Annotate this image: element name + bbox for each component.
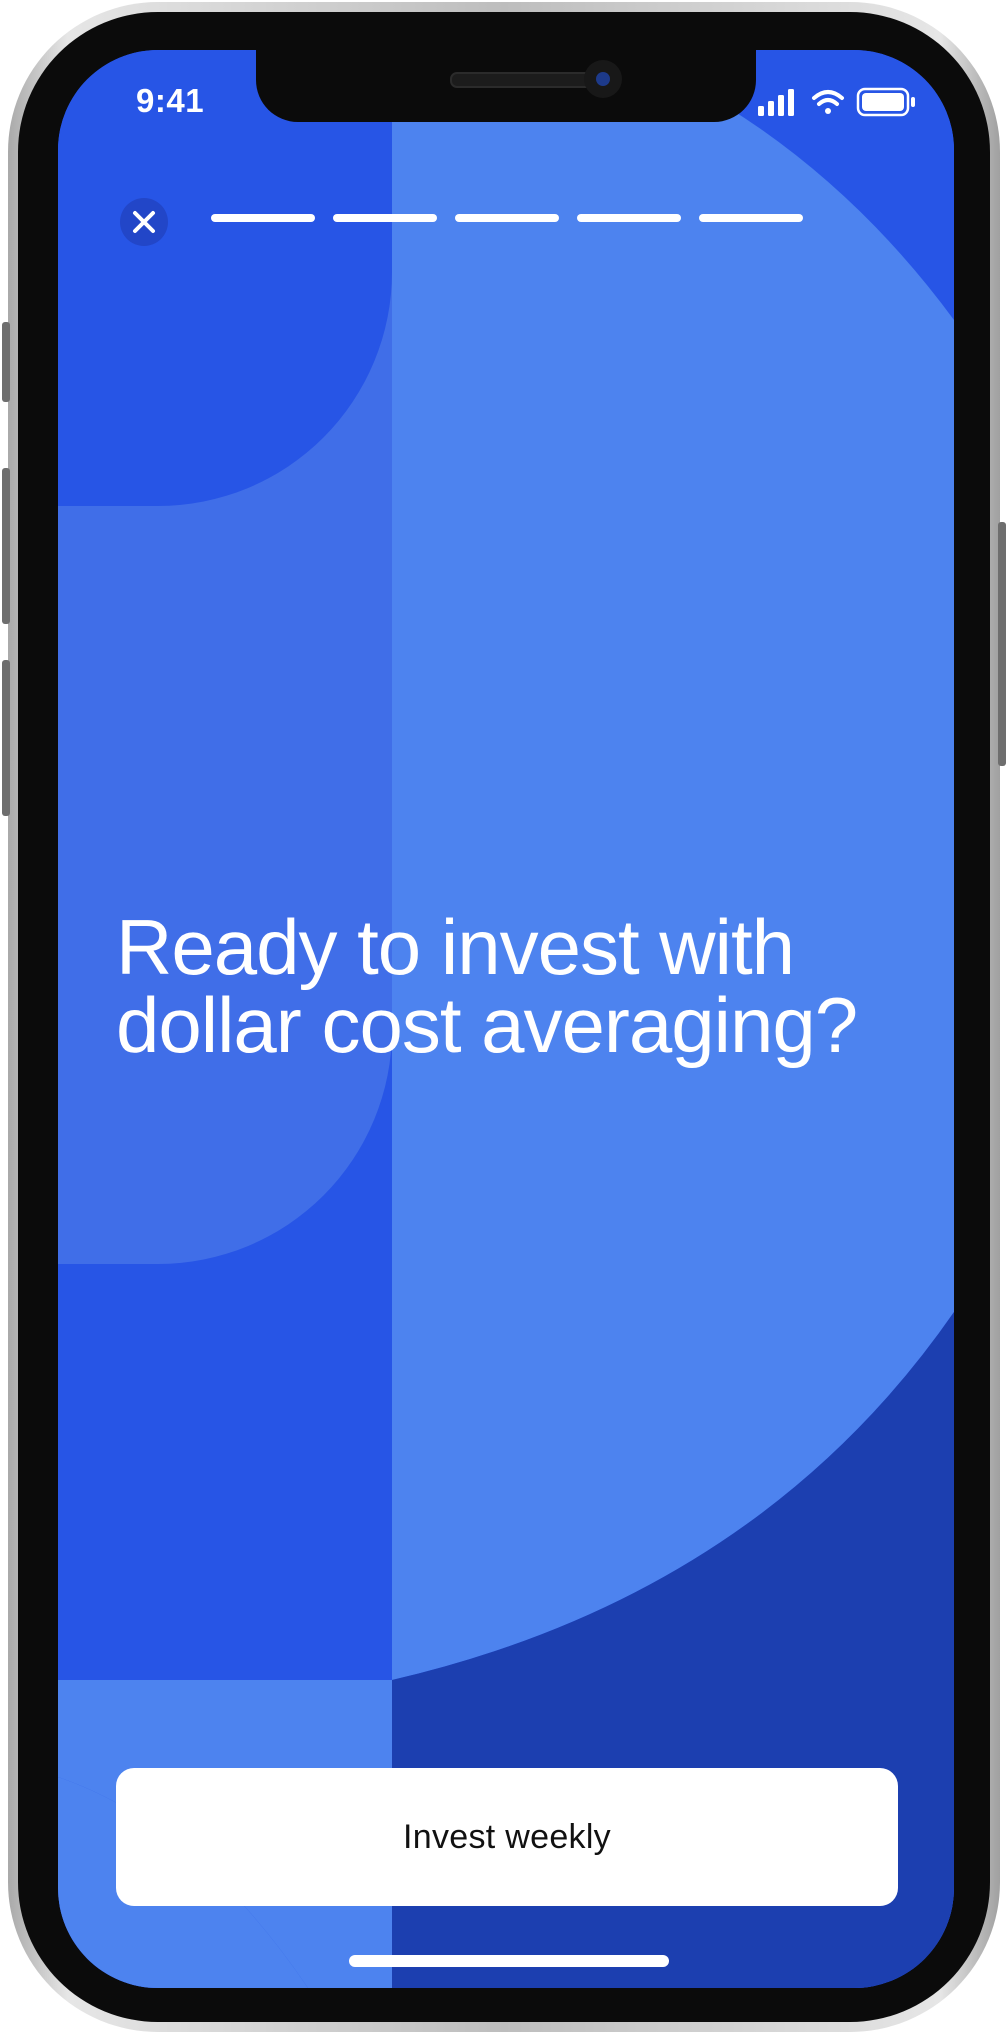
invest-weekly-button[interactable]: Invest weekly (116, 1768, 898, 1906)
earpiece-speaker (450, 72, 598, 88)
status-icons (758, 86, 918, 120)
volume-up-button (2, 468, 10, 624)
progress-segment (333, 214, 437, 222)
front-camera (584, 60, 622, 98)
wifi-icon (812, 90, 844, 114)
headline-line-2: dollar cost averaging? (116, 981, 858, 1069)
progress-segment (699, 214, 803, 222)
app-screen: 9:41 Ready to invest with dollar cost av… (58, 50, 954, 1988)
progress-segment (455, 214, 559, 222)
signal-icon (758, 89, 794, 116)
headline: Ready to invest with dollar cost averagi… (116, 908, 916, 1064)
notch (256, 50, 756, 122)
headline-line-1: Ready to invest with (116, 903, 795, 991)
home-indicator[interactable] (349, 1955, 669, 1967)
volume-down-button (2, 660, 10, 816)
progress-segment (211, 214, 315, 222)
camera-lens (596, 72, 610, 86)
phone-device: 9:41 Ready to invest with dollar cost av… (0, 0, 1008, 2038)
battery-icon (856, 87, 915, 117)
close-button[interactable] (120, 198, 168, 246)
progress-segment (577, 214, 681, 222)
silent-switch (2, 322, 10, 402)
close-icon (133, 211, 155, 233)
status-time: 9:41 (136, 82, 205, 119)
story-progress-bar (211, 214, 803, 224)
power-button (998, 522, 1006, 766)
